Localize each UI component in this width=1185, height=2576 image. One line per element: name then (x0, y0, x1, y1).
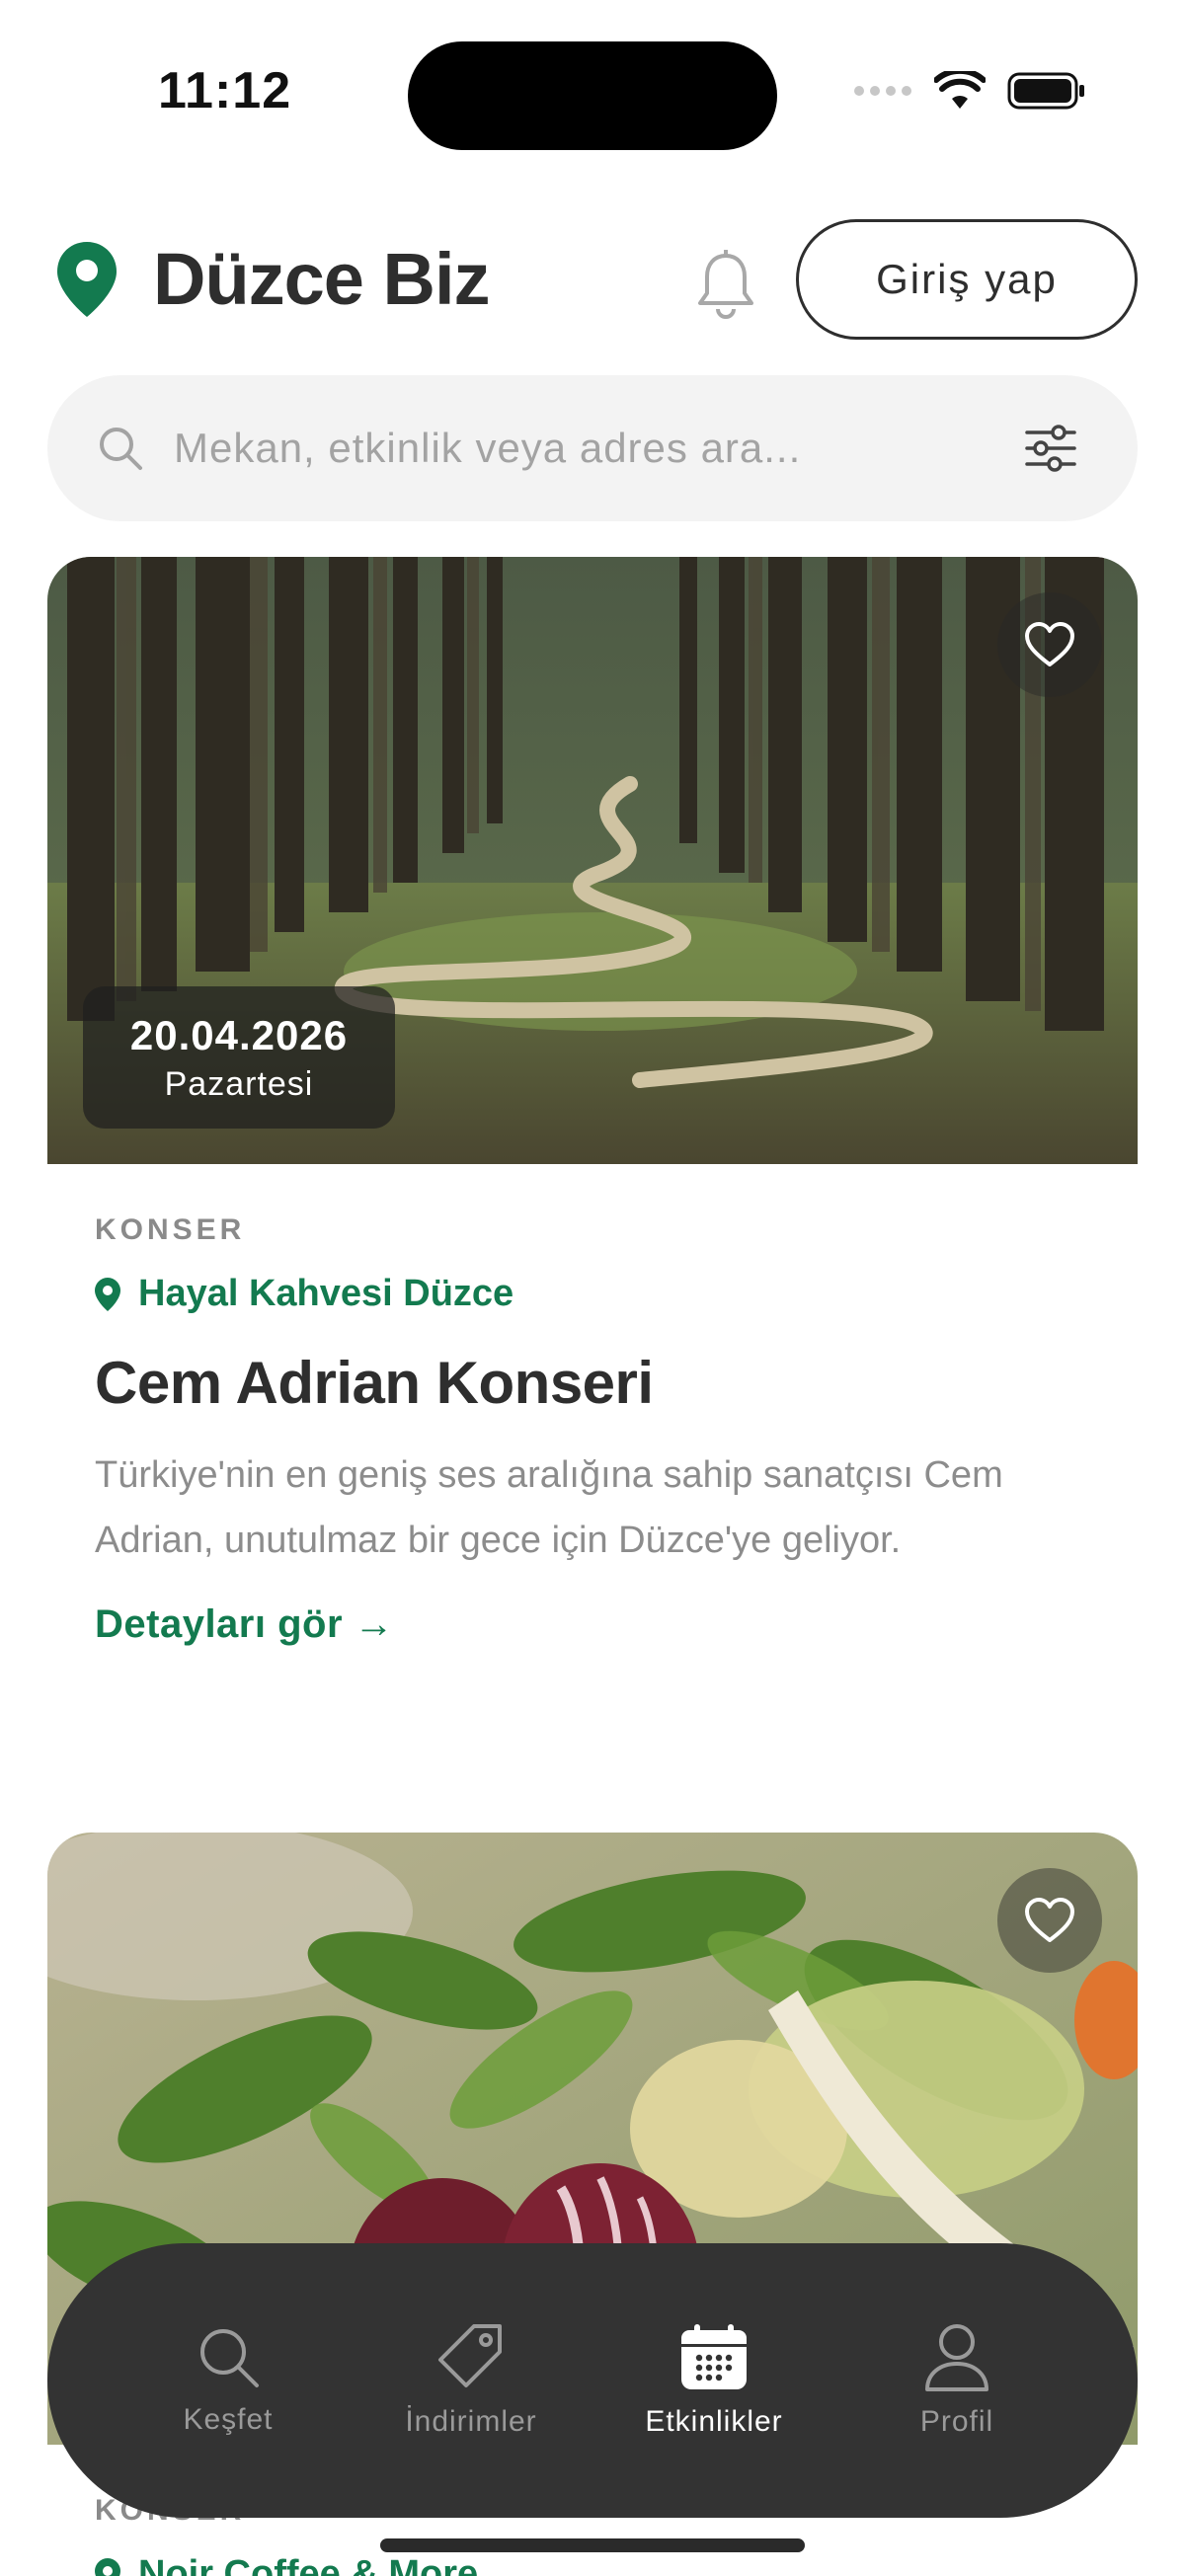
location-pin-icon (95, 2557, 120, 2576)
event-venue-name: Noir Coffee & More (138, 2553, 479, 2576)
nav-item-events[interactable]: Etkinlikler (605, 2322, 823, 2439)
nav-item-label: İndirimler (405, 2405, 537, 2438)
nav-item-profile[interactable]: Profil (848, 2322, 1066, 2439)
wifi-icon (934, 71, 986, 109)
event-description: Türkiye'nin en geniş ses aralığına sahip… (95, 1454, 1003, 1561)
status-time: 11:12 (158, 62, 292, 119)
dynamic-island (408, 41, 777, 150)
search-icon (200, 2329, 259, 2387)
event-title: Cem Adrian Konseri (95, 1350, 654, 1416)
heart-icon (1025, 1898, 1074, 1942)
location-pin-icon (57, 242, 117, 317)
event-card[interactable]: 20.04.2026 Pazartesi KONSER Hayal Kahves… (47, 557, 1138, 1647)
event-category: KONSER (95, 1213, 246, 1246)
date-badge: 20.04.2026 Pazartesi (83, 986, 395, 1129)
favorite-button[interactable] (997, 1868, 1102, 1973)
event-card-body: KONSER Hayal Kahvesi Düzce Cem Adrian Ko… (47, 1164, 1138, 1647)
tag-icon (438, 2324, 502, 2387)
search-input[interactable] (174, 375, 1023, 521)
app-header: Düzce Biz Giriş yap (0, 207, 1185, 355)
nav-item-label: Keşfet (183, 2403, 274, 2436)
bottom-nav: Keşfet İndirimler Etkinlikler Profil (47, 2243, 1138, 2518)
calendar-icon (681, 2324, 747, 2389)
event-image: 20.04.2026 Pazartesi (47, 557, 1138, 1164)
event-day: Pazartesi (164, 1065, 314, 1103)
search-bar (47, 375, 1138, 521)
filter-icon[interactable] (1023, 421, 1078, 476)
heart-icon (1025, 622, 1074, 666)
location-pin-icon (95, 1277, 120, 1311)
signal-icon (854, 86, 911, 96)
event-venue-name: Hayal Kahvesi Düzce (138, 1273, 514, 1314)
nav-item-label: Profil (919, 2405, 994, 2438)
battery-icon (1007, 72, 1084, 110)
nav-item-discounts[interactable]: İndirimler (362, 2322, 580, 2439)
nav-item-label: Etkinlikler (645, 2405, 783, 2438)
event-venue[interactable]: Hayal Kahvesi Düzce (95, 1273, 1090, 1315)
bell-icon (698, 250, 753, 319)
home-indicator (380, 2538, 805, 2552)
notification-button[interactable] (691, 245, 760, 324)
user-icon (925, 2324, 988, 2391)
app-title: Düzce Biz (153, 238, 491, 320)
status-bar: 11:12 (0, 0, 1185, 188)
details-link[interactable]: Detayları gör → (95, 1602, 394, 1647)
nav-item-explore[interactable]: Keşfet (119, 2324, 337, 2437)
event-venue[interactable]: Noir Coffee & More (95, 2553, 1090, 2576)
favorite-button[interactable] (997, 592, 1102, 697)
event-date: 20.04.2026 (129, 1012, 349, 1058)
status-icons (853, 71, 1086, 111)
login-button[interactable]: Giriş yap (796, 219, 1138, 340)
search-icon (100, 428, 142, 470)
